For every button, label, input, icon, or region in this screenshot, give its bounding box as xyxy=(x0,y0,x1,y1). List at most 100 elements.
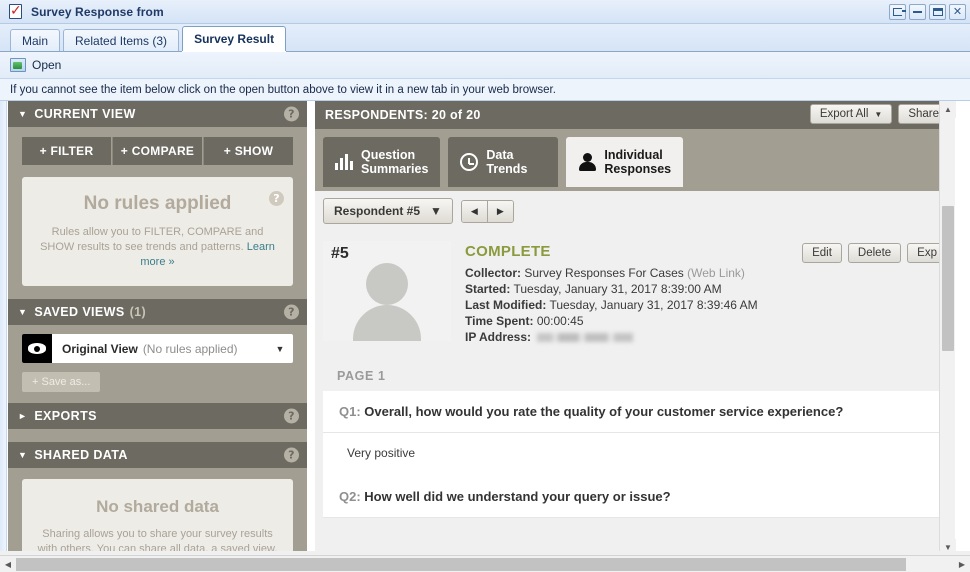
no-rules-description: Rules allow you to FILTER, COMPARE and S… xyxy=(36,225,279,270)
save-as-button[interactable]: + Save as... xyxy=(22,372,101,392)
ip-address-value-redacted xyxy=(537,333,634,343)
person-icon xyxy=(578,153,597,171)
collector-value: Survey Responses For Cases xyxy=(524,266,684,280)
question-list: Q1: Overall, how would you rate the qual… xyxy=(323,391,947,518)
question-text: Q2: How well did we understand your quer… xyxy=(339,489,931,504)
sidebar-section-saved-views-header[interactable]: ▼ SAVED VIEWS (1) ? xyxy=(8,299,307,325)
chevron-down-icon: ▼ xyxy=(874,109,883,119)
time-spent-line: Time Spent: 00:00:45 xyxy=(465,313,947,329)
respondent-card: #5 COMPLETE Collector: Survey Responses … xyxy=(323,231,947,518)
sidebar-section-exports-header[interactable]: ► EXPORTS ? xyxy=(8,403,307,429)
question-text: Q1: Overall, how would you rate the qual… xyxy=(339,404,931,419)
sidebar-shared-data-title: SHARED DATA xyxy=(34,448,128,462)
restore-down-button[interactable] xyxy=(889,4,906,20)
window-titlebar: ✓ Survey Response from ✕ xyxy=(0,0,970,24)
horizontal-scrollbar-thumb[interactable] xyxy=(16,558,906,571)
chevron-down-icon[interactable]: ▼ xyxy=(267,334,293,363)
tab-question-summaries-label: Question Summaries xyxy=(361,148,429,176)
help-icon[interactable]: ? xyxy=(284,106,299,122)
visibility-eye-icon[interactable] xyxy=(22,334,52,363)
respondent-number: #5 xyxy=(331,245,349,262)
open-button[interactable]: Open xyxy=(10,58,61,72)
tab-individual-responses[interactable]: Individual Responses xyxy=(566,137,684,187)
question-number: Q2: xyxy=(339,489,361,504)
ip-address-label: IP Address: xyxy=(465,330,532,344)
sidebar-current-view-title: CURRENT VIEW xyxy=(34,107,136,121)
saved-view-state: (No rules applied) xyxy=(142,341,238,356)
sidebar-exports-title: EXPORTS xyxy=(34,409,97,423)
started-line: Started: Tuesday, January 31, 2017 8:39:… xyxy=(465,281,947,297)
view-rule-buttons: + FILTER + COMPARE + SHOW xyxy=(22,137,293,165)
toolbar: Open xyxy=(0,52,970,79)
help-icon[interactable]: ? xyxy=(284,304,299,320)
survey-view-tabs: Question Summaries Data Trends Individua… xyxy=(315,129,955,191)
respondent-navigation: Respondent #5 ▼ ◀ ▶ xyxy=(315,191,955,231)
started-label: Started: xyxy=(465,282,511,296)
vertical-scrollbar-thumb[interactable] xyxy=(942,206,954,351)
respondent-actions: Edit Delete Exp xyxy=(802,243,947,263)
window-title: Survey Response from xyxy=(31,4,164,19)
respondent-select[interactable]: Respondent #5 ▼ xyxy=(323,198,453,224)
saved-view-name: Original View xyxy=(62,341,138,356)
avatar: #5 xyxy=(323,241,451,341)
saved-view-row[interactable]: Original View (No rules applied) ▼ xyxy=(22,334,293,363)
respondents-bar-actions: Export All ▼ Share xyxy=(809,104,949,124)
vertical-scrollbar[interactable]: ▲ ▼ xyxy=(939,101,956,556)
tab-survey-result[interactable]: Survey Result xyxy=(182,26,287,51)
tab-main[interactable]: Main xyxy=(10,29,61,51)
respondent-select-value: Respondent #5 xyxy=(334,204,421,218)
respondent-metadata: COMPLETE Collector: Survey Responses For… xyxy=(465,241,947,345)
help-icon[interactable]: ? xyxy=(269,191,284,206)
tab-data-trends[interactable]: Data Trends xyxy=(448,137,559,187)
last-modified-value: Tuesday, January 31, 2017 8:39:46 AM xyxy=(549,298,758,312)
window-controls: ✕ xyxy=(889,4,966,20)
tab-related-items[interactable]: Related Items (3) xyxy=(63,29,180,51)
sidebar-section-shared-data-header[interactable]: ▼ SHARED DATA ? xyxy=(8,442,307,468)
help-icon[interactable]: ? xyxy=(284,408,299,424)
help-icon[interactable]: ? xyxy=(284,447,299,463)
last-modified-label: Last Modified: xyxy=(465,298,547,312)
delete-button[interactable]: Delete xyxy=(847,243,902,263)
prev-respondent-button[interactable]: ◀ xyxy=(461,200,487,222)
open-button-label: Open xyxy=(32,58,62,72)
no-shared-data-title: No shared data xyxy=(96,497,219,516)
question-body: How well did we understand your query or… xyxy=(360,489,671,504)
maximize-button[interactable] xyxy=(929,4,946,20)
time-spent-label: Time Spent: xyxy=(465,314,534,328)
embedded-survey-page: ▼ CURRENT VIEW ? + FILTER + COMPARE + SH… xyxy=(0,101,970,572)
tab-individual-responses-label: Individual Responses xyxy=(604,148,672,176)
scroll-left-button[interactable]: ◀ xyxy=(0,556,16,572)
compare-button[interactable]: + COMPARE xyxy=(112,137,202,165)
collapse-caret-icon: ▼ xyxy=(18,109,28,119)
respondents-bar: RESPONDENTS: 20 of 20 Export All ▼ Share xyxy=(315,101,955,129)
export-all-button[interactable]: Export All ▼ xyxy=(809,104,893,124)
show-button[interactable]: + SHOW xyxy=(203,137,293,165)
close-button[interactable]: ✕ xyxy=(949,4,966,20)
scroll-up-button[interactable]: ▲ xyxy=(940,101,956,118)
collector-line: Collector: Survey Responses For Cases (W… xyxy=(465,265,947,281)
expand-caret-icon: ► xyxy=(18,411,28,421)
open-in-browser-icon xyxy=(10,58,26,72)
ip-address-line: IP Address: xyxy=(465,329,947,345)
question-body: Overall, how would you rate the quality … xyxy=(360,404,844,419)
no-rules-description-text: Rules allow you to FILTER, COMPARE and S… xyxy=(40,226,264,253)
tab-question-summaries[interactable]: Question Summaries xyxy=(323,137,441,187)
horizontal-scrollbar[interactable]: ◀ ▶ xyxy=(0,555,970,572)
scroll-right-button[interactable]: ▶ xyxy=(954,556,970,572)
answer-row: Very positive xyxy=(347,446,416,460)
minimize-button[interactable] xyxy=(909,4,926,20)
question-row: Q1: Overall, how would you rate the qual… xyxy=(323,391,947,433)
next-respondent-button[interactable]: ▶ xyxy=(486,200,513,222)
export-all-label: Export All xyxy=(819,108,869,120)
last-modified-line: Last Modified: Tuesday, January 31, 2017… xyxy=(465,297,947,313)
edit-button[interactable]: Edit xyxy=(802,243,842,263)
question-number: Q1: xyxy=(339,404,361,419)
clock-icon xyxy=(460,153,479,171)
chevron-down-icon: ▼ xyxy=(430,204,442,218)
sidebar-section-current-view-header[interactable]: ▼ CURRENT VIEW ? xyxy=(8,101,307,127)
filter-button[interactable]: + FILTER xyxy=(22,137,111,165)
respondent-prev-next: ◀ ▶ xyxy=(460,199,514,223)
notice-text: If you cannot see the item below click o… xyxy=(0,79,970,101)
survey-sidebar: ▼ CURRENT VIEW ? + FILTER + COMPARE + SH… xyxy=(8,101,307,572)
no-rules-panel: ? No rules applied Rules allow you to FI… xyxy=(22,177,293,286)
